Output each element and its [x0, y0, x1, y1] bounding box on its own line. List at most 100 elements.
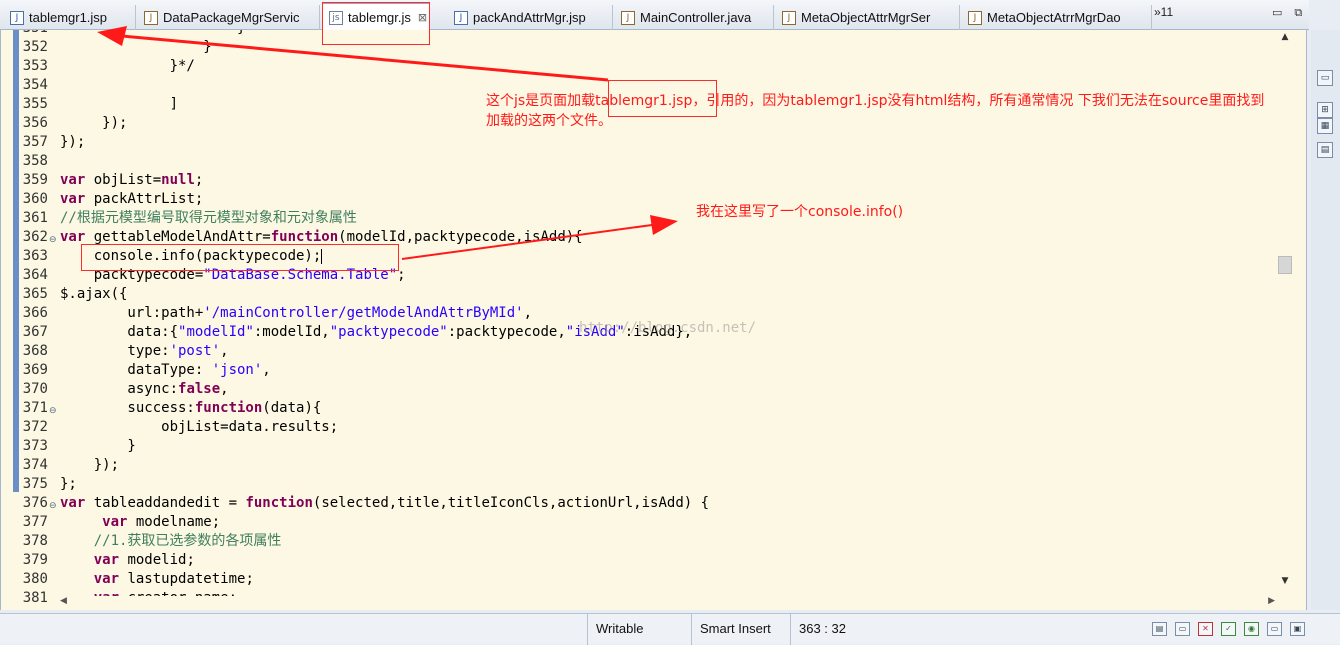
line-number: 369: [22, 362, 48, 378]
code-text: var objList=null;: [60, 172, 204, 188]
vertical-scrollbar[interactable]: ▲ ▼: [1277, 30, 1293, 598]
tab-overflow-button[interactable]: »11: [1154, 5, 1173, 19]
code-line: 376 ⊖ var tableaddandedit = function(selec…: [1, 494, 1291, 513]
status-cursor-position: 363 : 32: [790, 614, 890, 645]
tab-datapackagemgrservic[interactable]: J DataPackageMgrServic: [138, 5, 320, 30]
code-text: objList=data.results;: [60, 419, 339, 435]
java-file-icon: J: [621, 10, 635, 25]
code-line: 380 var lastupdatetime;: [1, 570, 1291, 589]
scroll-up-icon[interactable]: ▲: [1277, 32, 1293, 48]
code-text: var modelname;: [102, 514, 221, 530]
scroll-right-icon[interactable]: ▶: [1268, 596, 1275, 606]
status-bar: Writable Smart Insert 363 : 32 ▤ ▭ ✕ ✓ ◉ ▭ ▣: [0, 613, 1340, 645]
horizontal-scrollbar[interactable]: ◀ ▶: [58, 596, 1277, 610]
code-text: success:function(data){: [60, 400, 322, 416]
line-number: 367: [22, 324, 48, 340]
status-insert-mode: Smart Insert: [691, 614, 790, 645]
watermark: http://blog.csdn.net/: [579, 320, 757, 336]
code-line: 379 var modelid;: [1, 551, 1291, 570]
code-text: });: [60, 134, 86, 150]
line-number: 373: [22, 438, 48, 454]
tab-label: packAndAttrMgr.jsp: [473, 10, 586, 25]
tasks-icon[interactable]: ✓: [1221, 622, 1236, 636]
tab-metaobjectattrmgrser[interactable]: J MetaObjectAttrMgrSer: [776, 5, 960, 30]
code-text: }: [60, 30, 245, 38]
scroll-down-icon[interactable]: ▼: [1277, 576, 1293, 592]
code-line: 374 });: [1, 456, 1291, 475]
jsp-file-icon: J: [454, 10, 468, 25]
tab-label: MainController.java: [640, 10, 752, 25]
browser-icon[interactable]: ◉: [1244, 622, 1259, 636]
code-line: 353 }*/: [1, 57, 1291, 76]
status-writable: Writable: [587, 614, 691, 645]
tab-maincontroller-java[interactable]: J MainController.java: [615, 5, 774, 30]
line-number: 351: [1, 30, 48, 38]
annotation-note-1-line-2: 加载的这两个文件。: [486, 113, 612, 129]
code-text: });: [60, 457, 120, 473]
code-text: }: [60, 39, 212, 55]
annotation-note-2: 我在这里写了一个console.info(): [696, 204, 904, 220]
tab-tablemgr1-jsp[interactable]: Jtablemgr1.jsp: [4, 5, 136, 30]
code-line: 352 }: [1, 38, 1291, 57]
line-number: 360: [22, 191, 48, 207]
tab-packandattrmgr-jsp[interactable]: JpackAndAttrMgr.jsp: [448, 5, 613, 30]
monitor-icon[interactable]: ▭: [1267, 622, 1282, 636]
line-number: 353: [22, 58, 48, 74]
code-line: 361 //根据元模型编号取得元模型对象和元对象属性: [1, 209, 1291, 228]
line-number: 363: [22, 248, 48, 264]
scroll-left-icon[interactable]: ◀: [60, 596, 67, 606]
minimize-icon[interactable]: ▭: [1272, 6, 1282, 20]
console-icon[interactable]: ▤: [1152, 622, 1167, 636]
tab-metaobjectatrrmgrdao[interactable]: J MetaObjectAtrrMgrDao: [962, 5, 1152, 30]
code-text: var packAttrList;: [60, 191, 204, 207]
side-tool-icon[interactable]: ▭: [1317, 70, 1333, 86]
code-text: async:false,: [60, 381, 229, 397]
line-number: 364: [22, 267, 48, 283]
tab-label: MetaObjectAtrrMgrDao: [987, 10, 1121, 25]
line-number: 355: [22, 96, 48, 112]
code-text: var modelid;: [93, 552, 195, 568]
java-file-icon: J: [144, 10, 158, 25]
scroll-thumb[interactable]: [1278, 256, 1292, 274]
code-text: });: [60, 115, 128, 131]
line-number: 358: [22, 153, 48, 169]
line-number: 377: [22, 514, 48, 530]
line-number: 354: [22, 77, 48, 93]
line-number: 371: [22, 400, 48, 416]
line-number: 370: [22, 381, 48, 397]
line-number: 368: [22, 343, 48, 359]
line-number: 376: [22, 495, 48, 511]
code-text: var tableaddandedit = function(selected,…: [60, 495, 710, 511]
servers-icon[interactable]: ▭: [1175, 622, 1190, 636]
code-line: 357});: [1, 133, 1291, 152]
highlight-box-tab: [322, 2, 430, 45]
line-number: 352: [22, 39, 48, 55]
code-line: 359 var objList=null;: [1, 171, 1291, 190]
side-tool-icon[interactable]: ▤: [1317, 142, 1333, 158]
code-line: 378 //1.获取已选参数的各项属性: [1, 532, 1291, 551]
code-line: 373 }: [1, 437, 1291, 456]
tab-label: tablemgr1.jsp: [29, 10, 108, 25]
java-file-icon: J: [782, 10, 796, 25]
line-number: 374: [22, 457, 48, 473]
side-tool-icon[interactable]: ⊞: [1317, 102, 1333, 118]
code-line: 377 var modelname;: [1, 513, 1291, 532]
line-number: 365: [22, 286, 48, 302]
line-number: 379: [22, 552, 48, 568]
code-line: 358: [1, 152, 1291, 171]
side-tool-icon[interactable]: ▦: [1317, 118, 1333, 134]
line-number: 356: [22, 115, 48, 131]
problems-icon[interactable]: ✕: [1198, 622, 1213, 636]
side-toolbar: ▭ ⊞ ▦ ▤: [1311, 30, 1340, 610]
jsp-file-icon: J: [10, 10, 24, 25]
annotation-note-1-line-1: 这个js是页面加载tablemgr1.jsp，引用的，因为tablemgr1.j…: [486, 93, 1265, 109]
code-text: }: [60, 438, 136, 454]
code-line: 360 var packAttrList;: [1, 190, 1291, 209]
code-text: type:'post',: [60, 343, 229, 359]
maximize-icon[interactable]: ⧉: [1294, 6, 1302, 20]
line-number: 359: [22, 172, 48, 188]
outline-icon[interactable]: ▣: [1290, 622, 1305, 636]
code-line: 365 $.ajax({: [1, 285, 1291, 304]
code-text: ]: [60, 96, 179, 112]
line-number: 362: [22, 229, 48, 245]
